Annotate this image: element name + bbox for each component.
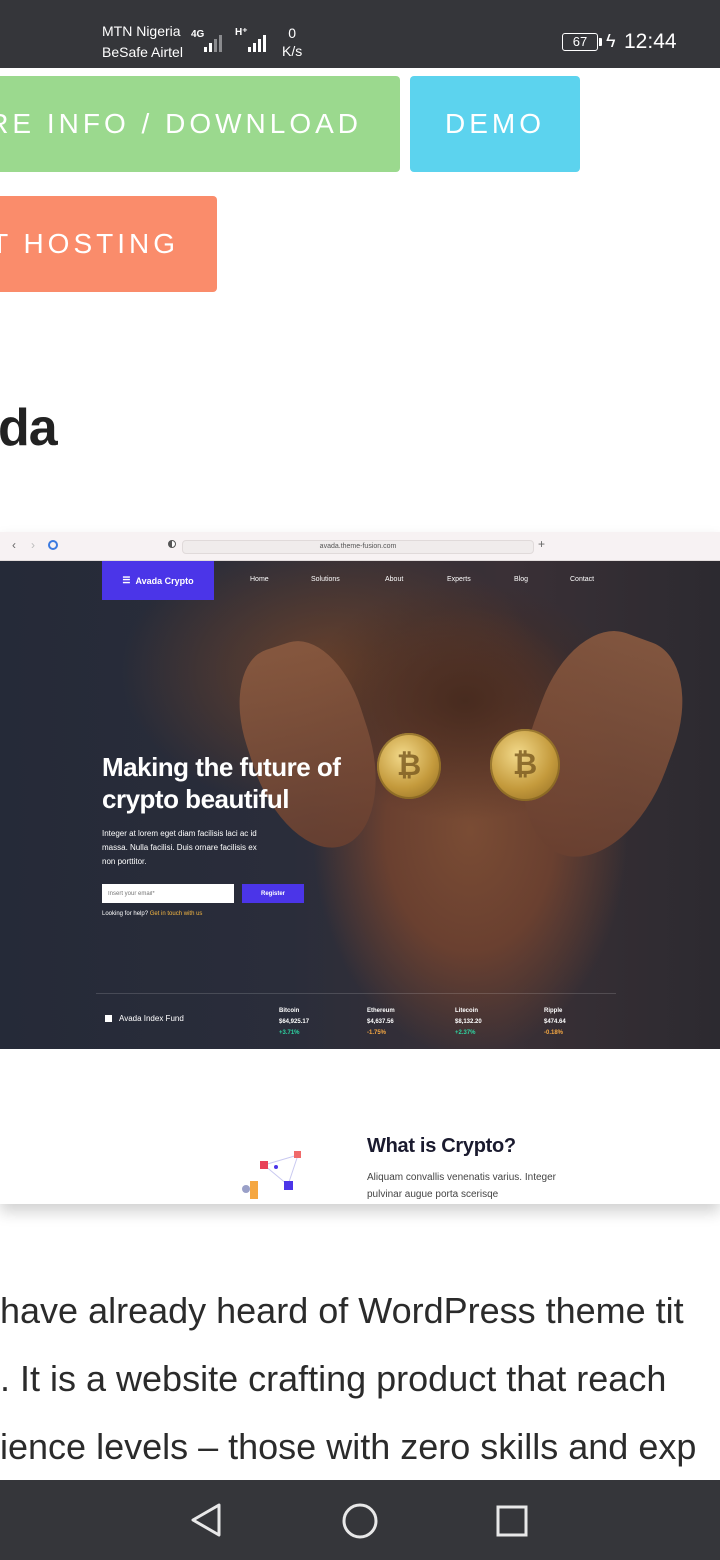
- forward-icon: ›: [31, 538, 35, 552]
- ticker-ethereum: Ethereum $4,637.56 -1.75%: [367, 1008, 395, 1036]
- back-nav-icon[interactable]: [190, 1502, 222, 1538]
- more-info-download-button[interactable]: RE INFO / DOWNLOAD: [0, 76, 400, 172]
- register-button[interactable]: Register: [242, 884, 304, 903]
- battery-tip: [599, 38, 602, 46]
- what-is-crypto-text: Aliquam convallis venenatis varius. Inte…: [367, 1172, 556, 1200]
- network-type-2: H⁺: [235, 27, 248, 38]
- menu-experts[interactable]: Experts: [447, 576, 471, 583]
- theme-preview-image: ‹ › avada.theme-fusion.com + ₿ ₿ ☰ Avada…: [0, 532, 720, 1204]
- signal-2-icon: [248, 32, 266, 52]
- privacy-icon: [168, 540, 176, 548]
- hero-description: Integer at lorem eget diam facilisis lac…: [102, 829, 257, 866]
- logo-icon: ☰: [122, 575, 131, 585]
- what-is-crypto-section: What is Crypto? Aliquam convallis venena…: [0, 1049, 720, 1204]
- help-line: Looking for help? Get in touch with us: [102, 911, 203, 917]
- menu-blog[interactable]: Blog: [514, 576, 528, 583]
- ticker-bitcoin: Bitcoin $64,925.17 +3.71%: [279, 1008, 310, 1036]
- url-bar: avada.theme-fusion.com: [182, 540, 534, 554]
- article-line-3: ience levels – those with zero skills an…: [0, 1426, 697, 1467]
- system-navigation-bar: [0, 1480, 720, 1560]
- ticker-litecoin: Litecoin $8,132.20 +2.37%: [455, 1008, 482, 1036]
- network-speed: 0 K/s: [282, 25, 303, 59]
- clock: 12:44: [624, 30, 677, 53]
- bitcoin-coin-right: ₿: [490, 729, 560, 801]
- new-tab-icon: +: [538, 537, 546, 551]
- charging-icon: ϟ: [606, 31, 616, 51]
- hero-title: Making the future of crypto beautiful: [102, 752, 341, 814]
- status-bar: MTN Nigeria BeSafe Airtel 4G H⁺ 0 K/s 67…: [0, 0, 720, 68]
- shield-icon: [48, 540, 58, 550]
- demo-button[interactable]: DEMO: [410, 76, 580, 172]
- back-icon: ‹: [12, 538, 16, 552]
- network-illustration-icon: [242, 1151, 301, 1199]
- hosting-button[interactable]: T HOSTING: [0, 196, 217, 292]
- what-is-crypto-title: What is Crypto?: [367, 1135, 516, 1157]
- article-line-1: have already heard of WordPress theme ti…: [0, 1290, 684, 1331]
- menu-contact[interactable]: Contact: [570, 576, 594, 583]
- signal-1-icon: [204, 32, 222, 52]
- carrier-1-name: MTN Nigeria: [102, 23, 181, 39]
- battery-icon: 67: [562, 33, 598, 51]
- get-in-touch-link[interactable]: Get in touch with us: [150, 911, 203, 917]
- menu-home[interactable]: Home: [250, 576, 269, 583]
- section-heading: da: [0, 399, 58, 457]
- menu-solutions[interactable]: Solutions: [311, 576, 340, 583]
- home-nav-icon[interactable]: [341, 1502, 379, 1540]
- carrier-2-name: BeSafe Airtel: [102, 44, 183, 60]
- browser-toolbar: ‹ › avada.theme-fusion.com +: [0, 532, 720, 561]
- email-field[interactable]: [102, 884, 234, 903]
- bitcoin-coin-left: ₿: [377, 733, 441, 799]
- network-type-1: 4G: [191, 29, 205, 40]
- divider: [96, 993, 616, 994]
- recents-nav-icon[interactable]: [495, 1504, 529, 1538]
- menu-about[interactable]: About: [385, 576, 403, 583]
- article-line-2: . It is a website crafting product that …: [0, 1358, 667, 1399]
- fund-icon: [105, 1015, 112, 1022]
- site-logo[interactable]: ☰ Avada Crypto: [102, 561, 214, 600]
- hero-section: ₿ ₿ ☰ Avada Crypto Home Solutions About …: [0, 561, 720, 1049]
- index-fund-label: Avada Index Fund: [105, 1014, 184, 1023]
- ticker-ripple: Ripple $474.64 -0.18%: [544, 1008, 566, 1036]
